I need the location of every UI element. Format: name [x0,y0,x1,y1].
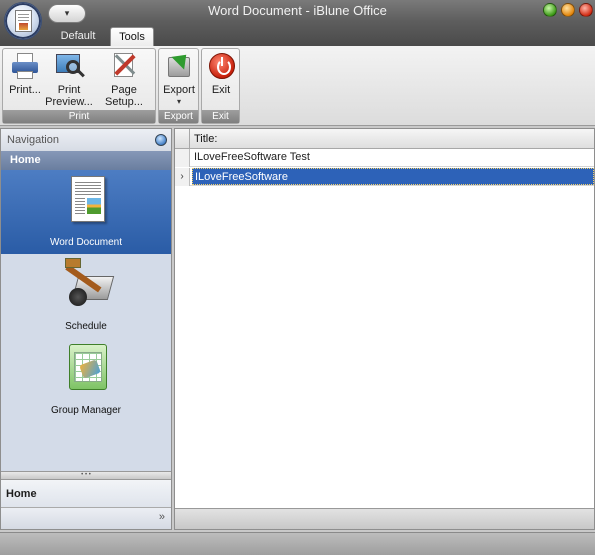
close-button[interactable] [579,3,593,17]
nav-item-label: Group Manager [50,405,122,416]
table-cell-title[interactable]: ILoveFreeSoftware [192,168,594,185]
navigation-header: Navigation [1,129,171,151]
chevron-double-right-icon[interactable]: » [159,511,165,523]
export-group: Export ▾ Export [158,48,199,124]
printer-icon [10,51,40,79]
window-title: Word Document - iBlune Office [208,3,387,18]
title-bar: ▾ Word Document - iBlune Office Default … [0,0,595,46]
table-cell-title[interactable]: ILoveFreeSoftware Test [192,149,594,166]
row-indicator-icon[interactable]: › [175,168,190,186]
export-group-caption: Export [159,110,198,123]
grid-footer [175,508,594,529]
minimize-button[interactable] [561,3,575,17]
navigation-splitter[interactable]: • • • [1,471,171,480]
nav-item-schedule[interactable]: Schedule [1,254,171,338]
export-icon [164,48,194,79]
document-grid: Title: ILoveFreeSoftware Test › ILoveFre… [174,128,595,530]
maximize-button[interactable] [543,3,557,17]
exit-button[interactable]: Exit [203,51,239,96]
word-document-icon [67,176,107,226]
group-manager-icon [67,344,107,394]
export-label: Export [163,84,195,96]
grid-header: Title: [175,129,594,149]
exit-icon [206,51,236,79]
navigation-footer: » [1,508,171,529]
row-selector[interactable] [175,149,190,167]
print-group: Print... Print Preview... Page Setup... … [2,48,156,124]
nav-item-word-document[interactable]: Word Document [1,170,171,254]
print-preview-label-line2: Preview... [45,96,93,108]
navigation-section-title: Home [1,151,171,170]
page-setup-button[interactable]: Page Setup... [93,51,155,108]
exit-group-caption: Exit [202,110,239,123]
tab-tools[interactable]: Tools [110,27,154,46]
navigation-header-label: Navigation [7,134,59,146]
ribbon: Print... Print Preview... Page Setup... … [0,46,595,126]
nav-item-label: Schedule [65,321,107,332]
table-row[interactable]: ILoveFreeSoftware Test [175,149,594,167]
nav-item-group-manager[interactable]: Group Manager [1,338,171,422]
schedule-icon [65,258,115,310]
exit-group: Exit Exit [201,48,240,124]
print-preview-icon [54,51,85,79]
print-preview-button[interactable]: Print Preview... [45,51,93,108]
grid-select-all[interactable] [175,129,190,148]
print-group-caption: Print [3,110,155,123]
status-bar [0,532,595,555]
page-setup-label: Page Setup... [105,84,143,108]
exit-label: Exit [211,84,231,96]
export-button[interactable]: Export ▾ [160,48,198,108]
navigation-bottom-home[interactable]: Home [1,480,171,508]
dropdown-caret-icon: ▾ [176,97,181,106]
print-button[interactable]: Print... [5,51,45,96]
navigation-pane: Navigation Home Word Document Schedule G… [0,128,172,530]
page-setup-icon [109,51,139,79]
tab-default[interactable]: Default [52,27,104,46]
print-preview-label-line1: Print [57,84,81,96]
print-label: Print... [9,84,41,96]
nav-item-label: Word Document [49,237,123,248]
pin-icon[interactable] [155,134,167,146]
column-header-title[interactable]: Title: [194,129,217,149]
table-row[interactable]: › ILoveFreeSoftware [175,168,594,186]
